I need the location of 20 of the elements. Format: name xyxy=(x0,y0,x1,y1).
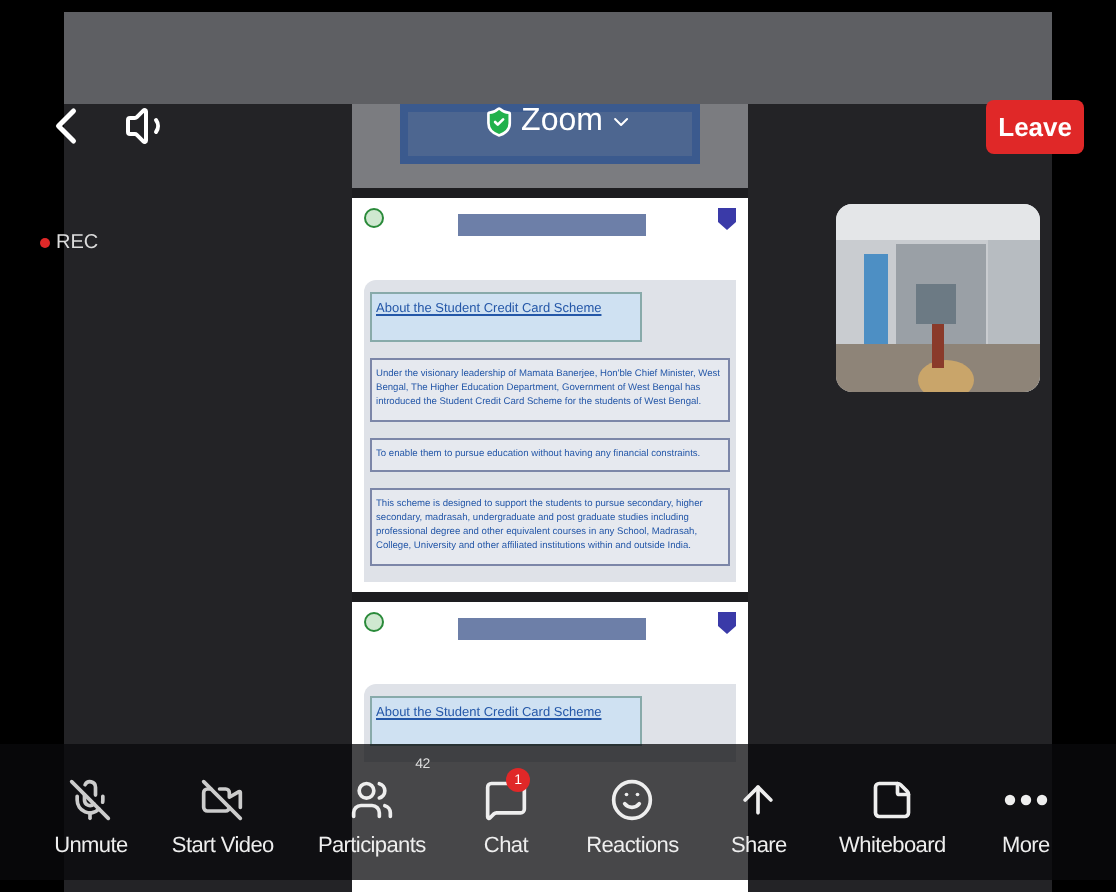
more-icon xyxy=(1003,794,1048,806)
crossed-camera-icon xyxy=(200,778,245,822)
shield-icon xyxy=(483,106,516,138)
logo-icon xyxy=(718,611,736,633)
note-icon xyxy=(870,778,915,822)
emblem-icon xyxy=(364,611,384,631)
emblem-icon xyxy=(364,208,384,228)
crossed-microphone-icon xyxy=(68,778,113,822)
speech-bubble-icon xyxy=(483,778,528,822)
toolbar-button[interactable]: Start Video xyxy=(163,766,282,858)
people-icon xyxy=(349,778,394,822)
toolbar-button[interactable]: Reactions xyxy=(578,766,687,858)
logo-icon xyxy=(718,208,736,230)
recording-indicator: REC xyxy=(40,232,99,254)
leave-button[interactable]: Leave xyxy=(986,99,1084,153)
toolbar-button[interactable]: Share xyxy=(714,766,803,858)
smiley-icon xyxy=(610,778,655,822)
toolbar-button[interactable]: Whiteboard xyxy=(831,766,954,858)
toolbar-button[interactable]: Unmute xyxy=(46,766,136,858)
toolbar-button[interactable]: More xyxy=(981,766,1070,858)
